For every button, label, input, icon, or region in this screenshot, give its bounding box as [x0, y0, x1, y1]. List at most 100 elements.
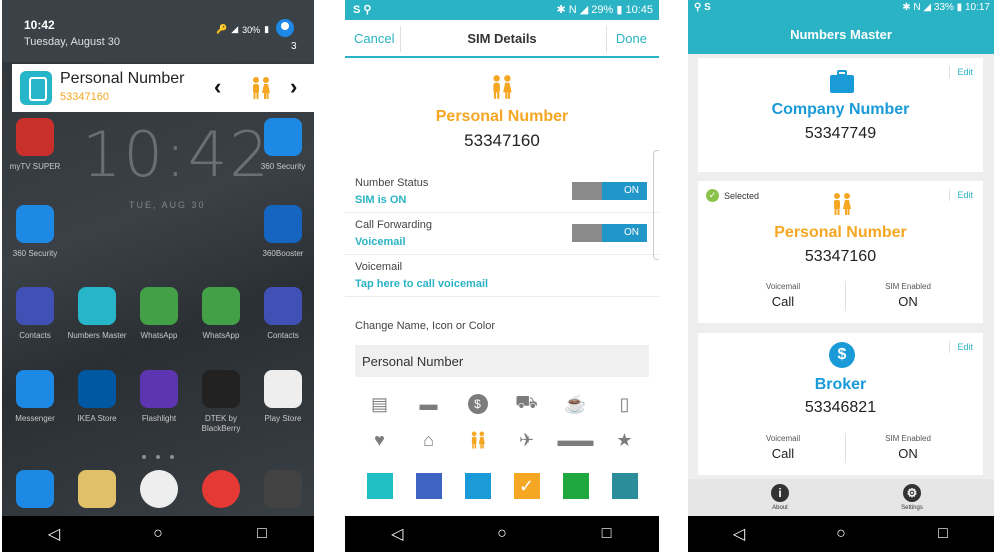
app-icon	[78, 370, 116, 408]
app-icon	[16, 287, 54, 325]
number-card-broker[interactable]: Edit $ Broker 53346821 Voicemail Call SI…	[698, 333, 983, 475]
dollar-icon[interactable]: $	[453, 393, 502, 415]
card-number: 53347749	[804, 125, 877, 142]
phone-app-icon	[16, 470, 54, 508]
back-button[interactable]: ◁	[377, 524, 417, 544]
dock-messages-app[interactable]	[66, 470, 128, 508]
user-avatar-icon[interactable]	[276, 19, 294, 37]
call-forwarding-toggle[interactable]: ON	[572, 224, 647, 242]
app-label: Messenger	[15, 414, 55, 423]
sim-name-input[interactable]: Personal Number	[355, 345, 649, 377]
dollar-icon: $	[829, 342, 855, 368]
app-icon	[78, 287, 116, 325]
info-icon: i	[771, 484, 789, 502]
voicemail-label: Voicemail	[355, 261, 403, 273]
home-app[interactable]: 360 Security	[4, 205, 66, 259]
app-label: 360Booster	[262, 249, 304, 258]
numbers-master-notification[interactable]: Personal Number 53347160 ‹ ›	[12, 64, 314, 112]
home-app[interactable]: WhatsApp	[128, 287, 190, 341]
app-icon	[202, 287, 240, 325]
app-icon	[202, 370, 240, 408]
app-icon	[264, 287, 302, 325]
airplane-icon[interactable]: ✈	[502, 429, 551, 451]
dock-chrome-app[interactable]	[190, 470, 252, 508]
status-right: ✱ N ◢ 29% ▮ 10:45	[556, 4, 653, 16]
sim-name: Personal Number	[435, 108, 569, 125]
color-swatch[interactable]	[415, 473, 442, 499]
star-icon[interactable]: ★	[600, 429, 649, 451]
dock-phone-app[interactable]	[4, 470, 66, 508]
recents-button[interactable]: □	[242, 525, 282, 543]
edit-button[interactable]: Edit	[957, 190, 973, 200]
next-number-button[interactable]: ›	[290, 74, 297, 100]
color-swatch[interactable]: ✓	[513, 473, 540, 499]
app-label: Play Store	[264, 414, 302, 423]
app-label: IKEA Store	[77, 414, 117, 423]
color-swatch[interactable]	[366, 473, 393, 499]
edit-button[interactable]: Edit	[957, 342, 973, 352]
tab-settings[interactable]: ⚙ Settings	[882, 484, 942, 511]
call-voicemail-link[interactable]: Tap here to call voicemail	[355, 278, 488, 290]
home-button[interactable]: ○	[138, 525, 178, 543]
home-app[interactable]: WhatsApp	[190, 287, 252, 341]
dock-app-drawer[interactable]	[128, 470, 190, 508]
number-status-toggle[interactable]: ON	[572, 182, 647, 200]
color-swatch[interactable]	[611, 473, 638, 499]
color-swatch[interactable]	[464, 473, 491, 499]
home-app[interactable]: Messenger	[4, 370, 66, 424]
status-time: 10:42	[24, 18, 55, 32]
home-app[interactable]: 360Booster	[252, 205, 314, 259]
previous-number-button[interactable]: ‹	[214, 74, 221, 100]
home-app[interactable]: Contacts	[4, 287, 66, 341]
home-app[interactable]: Contacts	[252, 287, 314, 341]
sim-enabled-cell[interactable]: SIM Enabled ON	[858, 434, 958, 461]
voicemail-cell[interactable]: Voicemail Call	[738, 434, 828, 461]
page-title: SIM Details	[467, 31, 537, 46]
sunglasses-icon[interactable]: ▬▬	[551, 429, 600, 451]
dock-camera-app[interactable]	[252, 470, 314, 508]
briefcase-icon[interactable]: ▬	[404, 393, 453, 415]
key-icon: 🔑	[216, 24, 228, 34]
home-app[interactable]: 360 Security	[252, 118, 314, 172]
recents-button[interactable]: □	[923, 525, 963, 543]
recents-button[interactable]: □	[587, 525, 627, 543]
app-icon	[140, 370, 178, 408]
coffee-icon[interactable]: ☕	[551, 393, 600, 415]
number-card-company[interactable]: Edit Company Number 53347749	[698, 58, 983, 172]
home-app[interactable]: Numbers Master	[66, 287, 128, 341]
system-icons: 🔑 ◢ 30% ▮	[216, 24, 269, 35]
number-card-personal[interactable]: ✓ Selected Edit Personal Number 53347160 …	[698, 181, 983, 323]
number-status-label: Number Status	[355, 177, 429, 189]
back-button[interactable]: ◁	[34, 524, 74, 544]
home-icon[interactable]: ⌂	[404, 429, 453, 451]
status-date: Tuesday, August 30	[24, 36, 121, 48]
couple-icon[interactable]	[453, 429, 502, 451]
back-button[interactable]: ◁	[719, 524, 759, 544]
app-title: Numbers Master	[688, 16, 994, 54]
home-button[interactable]: ○	[482, 525, 522, 543]
app-label: 360 Security	[12, 249, 58, 258]
sim-number: 53347160	[464, 131, 540, 150]
voicemail-cell[interactable]: Voicemail Call	[738, 282, 828, 309]
voicemail-row[interactable]: Voicemail Tap here to call voicemail	[345, 257, 659, 297]
home-app[interactable]: myTV SUPER	[4, 118, 66, 172]
home-app[interactable]: DTEK by BlackBerry	[190, 370, 252, 434]
home-app[interactable]: IKEA Store	[66, 370, 128, 424]
android-nav-bar: ◁ ○ □	[688, 516, 994, 552]
numbers-master-phone: ⚲ S ✱ N ◢ 33% ▮ 10:17 Numbers Master Edi…	[688, 0, 994, 552]
sim-enabled-cell[interactable]: SIM Enabled ON	[858, 282, 958, 309]
tab-about[interactable]: i About	[750, 484, 810, 511]
phone-icon[interactable]: ▯	[600, 393, 649, 415]
heart-icon[interactable]: ♥	[355, 429, 404, 451]
done-button[interactable]: Done	[616, 31, 647, 46]
home-app[interactable]: Play Store	[252, 370, 314, 424]
edit-button[interactable]: Edit	[957, 67, 973, 77]
home-app[interactable]: Flashlight	[128, 370, 190, 424]
home-button[interactable]: ○	[821, 525, 861, 543]
notification-number: 53347160	[60, 91, 109, 103]
color-swatch[interactable]	[562, 473, 589, 499]
car-icon[interactable]: ⛟	[502, 392, 551, 415]
card-name: Company Number	[771, 101, 910, 118]
document-icon[interactable]: ▤	[355, 393, 404, 415]
android-nav-bar: ◁ ○ □	[345, 516, 659, 552]
